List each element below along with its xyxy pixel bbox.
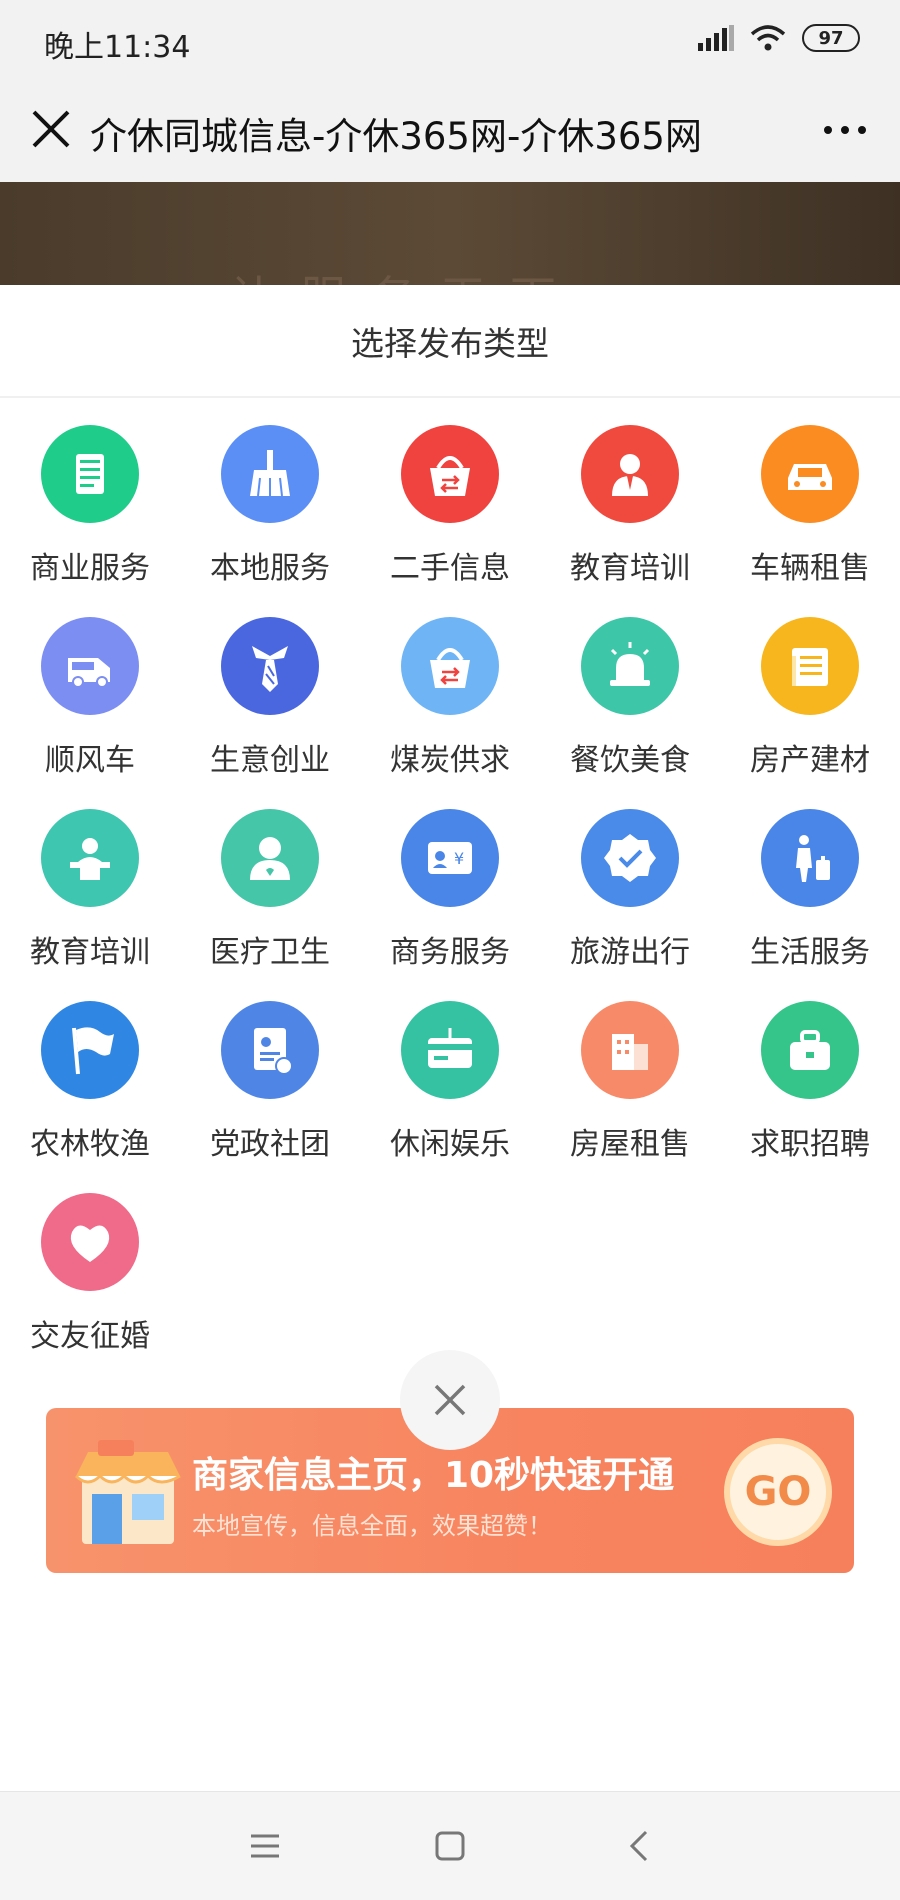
category-item[interactable]: 农林牧渔 <box>0 1001 180 1193</box>
category-label: 医疗卫生 <box>210 935 330 970</box>
category-label: 求职招聘 <box>750 1127 870 1162</box>
category-label: 房屋租售 <box>570 1127 690 1162</box>
category-label: 煤炭供求 <box>390 743 510 778</box>
card-icon <box>401 1001 499 1099</box>
battery-level: 97 <box>818 27 844 49</box>
page-title: 介休同城信息-介休365网-介休365网 <box>90 115 702 158</box>
category-item[interactable]: 教育培训 <box>0 809 180 1001</box>
category-label: 交友征婚 <box>30 1319 150 1354</box>
category-label: 生活服务 <box>750 935 870 970</box>
document-icon <box>41 425 139 523</box>
category-label: 生意创业 <box>210 743 330 778</box>
category-label: 房产建材 <box>750 743 870 778</box>
category-item[interactable]: 商业服务 <box>0 425 180 617</box>
broom-icon <box>221 425 319 523</box>
more-icon[interactable] <box>820 110 870 150</box>
category-label: 餐饮美食 <box>570 743 690 778</box>
category-item[interactable]: 旅游出行 <box>540 809 720 1001</box>
background-partial-text: 让服务天下 <box>230 262 580 285</box>
divider <box>0 396 900 398</box>
category-label: 农林牧渔 <box>30 1127 150 1162</box>
status-time: 晚上11:34 <box>44 30 191 65</box>
category-item[interactable]: 休闲娱乐 <box>360 1001 540 1193</box>
category-label: 党政社团 <box>210 1127 330 1162</box>
signal-icon <box>698 25 734 51</box>
sheet-title: 选择发布类型 <box>351 324 549 363</box>
category-label: 本地服务 <box>210 551 330 586</box>
publish-type-sheet: 选择发布类型 商业服务 本地服务 二手信息 教育培训 车辆租售 顺风车 生意创业 煤炭供求 餐饮… <box>0 285 900 1791</box>
battery-icon: 97 <box>802 24 860 52</box>
status-bar: 晚上11:34 97 <box>0 0 900 80</box>
category-item[interactable]: 煤炭供求 <box>360 617 540 809</box>
basket-icon <box>401 617 499 715</box>
banner-title: 商家信息主页，10秒快速开通 <box>192 1455 675 1496</box>
category-label: 商业服务 <box>30 551 150 586</box>
category-label: 旅游出行 <box>570 935 690 970</box>
category-label: 休闲娱乐 <box>390 1127 510 1162</box>
category-item[interactable]: 生活服务 <box>720 809 900 1001</box>
status-icons: 97 <box>698 24 860 52</box>
system-nav-bar <box>0 1791 900 1900</box>
banner-subtitle: 本地宣传，信息全面，效果超赞！ <box>192 1512 552 1540</box>
category-item[interactable]: 二手信息 <box>360 425 540 617</box>
category-label: 教育培训 <box>570 551 690 586</box>
category-item[interactable]: 餐饮美食 <box>540 617 720 809</box>
category-item[interactable]: 房产建材 <box>720 617 900 809</box>
category-item[interactable]: 车辆租售 <box>720 425 900 617</box>
lectern-icon <box>41 809 139 907</box>
go-button[interactable]: GO <box>724 1438 832 1546</box>
tie-icon <box>221 617 319 715</box>
category-item[interactable]: 本地服务 <box>180 425 360 617</box>
title-bar: 介休同城信息-介休365网-介休365网 <box>0 80 900 182</box>
wifi-icon <box>750 25 786 51</box>
category-label: 车辆租售 <box>750 551 870 586</box>
close-icon <box>434 1384 466 1416</box>
category-item[interactable]: 医疗卫生 <box>180 809 360 1001</box>
briefcase-icon <box>761 1001 859 1099</box>
category-item[interactable]: 房屋租售 <box>540 1001 720 1193</box>
back-chevron-icon[interactable] <box>620 1826 660 1866</box>
dismiss-button[interactable] <box>400 1350 500 1450</box>
newspaper-icon <box>761 617 859 715</box>
flag-icon <box>41 1001 139 1099</box>
building-icon <box>581 1001 679 1099</box>
car-icon <box>761 425 859 523</box>
menu-icon[interactable] <box>245 1826 285 1866</box>
category-label: 二手信息 <box>390 551 510 586</box>
svg-text:¥: ¥ <box>454 849 464 868</box>
background-webpage: 让服务天下 <box>0 182 900 285</box>
badge-check-icon <box>581 809 679 907</box>
id-card-icon <box>221 1001 319 1099</box>
close-icon[interactable] <box>26 104 76 154</box>
teacher-icon <box>581 425 679 523</box>
van-icon <box>41 617 139 715</box>
siren-icon <box>581 617 679 715</box>
category-label: 商务服务 <box>390 935 510 970</box>
category-item[interactable]: 党政社团 <box>180 1001 360 1193</box>
traveler-icon <box>761 809 859 907</box>
doctor-icon <box>221 809 319 907</box>
shop-icon <box>74 1440 181 1544</box>
basket-icon <box>401 425 499 523</box>
business-card-icon: ¥ <box>401 809 499 907</box>
category-item[interactable]: 求职招聘 <box>720 1001 900 1193</box>
home-square-icon[interactable] <box>430 1826 470 1866</box>
category-item[interactable]: ¥ 商务服务 <box>360 809 540 1001</box>
category-item[interactable]: 生意创业 <box>180 617 360 809</box>
heart-icon <box>41 1193 139 1291</box>
category-item[interactable]: 交友征婚 <box>0 1193 180 1385</box>
category-item[interactable]: 顺风车 <box>0 617 180 809</box>
category-label: 教育培训 <box>30 935 150 970</box>
category-item[interactable]: 教育培训 <box>540 425 720 617</box>
category-label: 顺风车 <box>45 743 135 778</box>
